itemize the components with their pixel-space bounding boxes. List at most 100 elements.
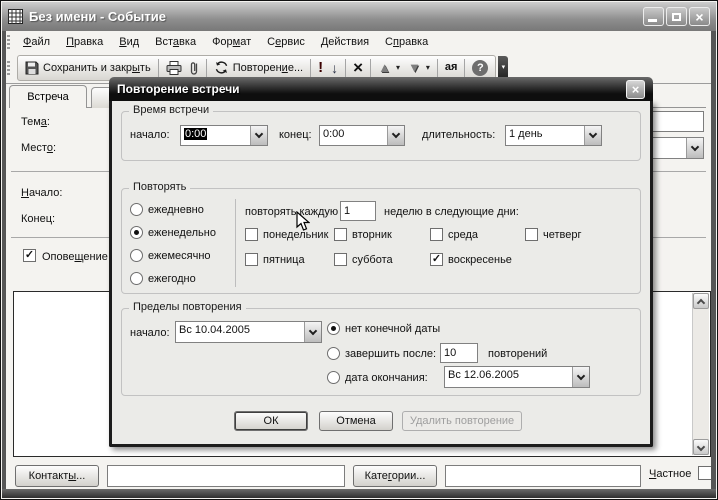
scroll-down-button[interactable] <box>693 439 709 455</box>
time-group-label: Время встречи <box>129 104 213 116</box>
chevron-down-icon <box>589 130 597 138</box>
save-and-close-button[interactable]: Сохранить и закрыть <box>21 59 155 77</box>
translate-az-icon: aя <box>445 62 458 73</box>
arrow-down-solid-icon: ▼ <box>408 61 421 74</box>
radio-no-end-date[interactable]: нет конечной даты <box>327 322 440 335</box>
close-icon: × <box>695 10 703 24</box>
chevron-down-icon[interactable]: ▾ <box>426 63 430 72</box>
location-dropdown-button[interactable] <box>686 138 703 158</box>
importance-low-button[interactable]: ↓ <box>327 59 342 77</box>
translate-button[interactable]: aя <box>441 60 462 75</box>
menu-edit[interactable]: Правка <box>58 34 111 50</box>
radio-selected-icon <box>327 322 340 335</box>
menu-drag-handle-icon[interactable] <box>7 35 10 49</box>
day-checkbox-monday[interactable]: понедельник <box>245 228 328 241</box>
day-checkbox-wednesday[interactable]: среда <box>430 228 478 241</box>
recurrence-range-label: Пределы повторения <box>129 301 246 313</box>
minimize-button[interactable] <box>643 7 664 26</box>
attach-file-button[interactable] <box>186 58 203 78</box>
categories-button[interactable]: Категории... <box>353 465 437 487</box>
radio-weekly[interactable]: еженедельно <box>130 226 216 239</box>
chevron-up-icon <box>697 298 705 306</box>
window-border <box>2 31 6 498</box>
radio-icon <box>130 203 143 216</box>
menu-actions[interactable]: Действия <box>313 34 377 50</box>
notes-scrollbar[interactable] <box>692 293 709 455</box>
contacts-button[interactable]: Контакты... <box>15 465 99 487</box>
maximize-button[interactable] <box>666 7 687 26</box>
day-checkbox-saturday[interactable]: суббота <box>334 253 393 266</box>
duration-label: длительность: <box>422 129 495 141</box>
occurrences-label: повторений <box>488 348 547 360</box>
printer-icon <box>166 61 182 75</box>
day-checkbox-thursday[interactable]: четверг <box>525 228 582 241</box>
radio-end-by[interactable]: дата окончания: <box>327 371 428 384</box>
remove-recurrence-button[interactable]: Удалить повторение <box>402 411 522 431</box>
contacts-input[interactable] <box>107 465 345 487</box>
tab-appointment[interactable]: Встреча <box>9 85 87 108</box>
chevron-down-icon <box>309 326 317 334</box>
range-start-combobox[interactable]: Вс 10.04.2005 <box>175 321 322 343</box>
checkbox-icon <box>245 253 258 266</box>
toolbar-options-button[interactable]: ▾ <box>498 56 508 80</box>
dialog-close-button[interactable]: × <box>626 80 645 99</box>
reminder-checkbox[interactable]: ✓ <box>23 249 36 262</box>
recurrence-icon <box>214 60 229 75</box>
toolbar-drag-handle-icon[interactable] <box>7 61 10 75</box>
menu-bar: Файл Правка Вид Вставка Формат Сервис Де… <box>6 32 711 52</box>
window-titlebar: Без имени - Событие × <box>2 2 716 31</box>
scroll-up-button[interactable] <box>693 293 709 309</box>
recurrence-button[interactable]: Повторение... <box>210 58 307 77</box>
close-button[interactable]: × <box>689 7 710 26</box>
duration-combobox[interactable]: 1 день <box>505 125 602 146</box>
menu-insert[interactable]: Вставка <box>147 34 204 50</box>
day-checkbox-tuesday[interactable]: вторник <box>334 228 392 241</box>
radio-daily[interactable]: ежедневно <box>130 203 204 216</box>
private-checkbox[interactable] <box>698 466 712 480</box>
end-after-occurrences-input[interactable] <box>440 343 478 363</box>
arrow-down-icon: ↓ <box>331 61 338 75</box>
menu-view[interactable]: Вид <box>111 34 147 50</box>
range-start-dropdown-button[interactable] <box>304 322 321 342</box>
print-button[interactable] <box>162 59 186 77</box>
chevron-down-icon <box>255 130 263 138</box>
recurrence-label: Повторение... <box>233 62 303 74</box>
start-time-dropdown-button[interactable] <box>250 126 267 145</box>
delete-button[interactable]: × <box>349 57 367 78</box>
minimize-icon <box>648 19 657 22</box>
menu-format[interactable]: Формат <box>204 34 259 50</box>
recurrence-pattern-label: Повторять <box>129 181 190 193</box>
end-by-dropdown-button[interactable] <box>572 367 589 387</box>
ok-button[interactable]: ОК <box>234 411 308 431</box>
radio-icon <box>327 371 340 384</box>
day-checkbox-sunday[interactable]: ✓воскресенье <box>430 253 512 266</box>
menu-file[interactable]: Файл <box>15 34 58 50</box>
help-button[interactable]: ? <box>468 58 492 78</box>
duration-dropdown-button[interactable] <box>584 126 601 145</box>
importance-high-button[interactable]: ! <box>314 58 327 77</box>
window-border <box>2 489 716 498</box>
time-group: Время встречи начало: 0:00 конец: 0:00 д… <box>121 111 641 161</box>
event-window: Без имени - Событие × Файл Правка Вид Вс… <box>0 0 718 500</box>
categories-input[interactable] <box>445 465 641 487</box>
radio-yearly[interactable]: ежегодно <box>130 272 196 285</box>
day-checkbox-friday[interactable]: пятница <box>245 253 305 266</box>
end-by-combobox[interactable]: Вс 12.06.2005 <box>444 366 590 388</box>
recurrence-range-group: Пределы повторения начало: Вс 10.04.2005… <box>121 308 641 396</box>
checkbox-icon <box>430 228 443 241</box>
every-week-input[interactable] <box>340 201 376 221</box>
cancel-button[interactable]: Отмена <box>319 411 393 431</box>
menu-help[interactable]: Справка <box>377 34 436 50</box>
radio-monthly[interactable]: ежемесячно <box>130 249 211 262</box>
chevron-down-icon <box>697 442 705 450</box>
start-time-combobox[interactable]: 0:00 <box>180 125 268 146</box>
menu-tools[interactable]: Сервис <box>259 34 313 50</box>
end-time-dropdown-button[interactable] <box>387 126 404 145</box>
radio-end-after[interactable]: завершить после: <box>327 347 436 360</box>
end-time-combobox[interactable]: 0:00 <box>319 125 405 146</box>
chevron-down-icon[interactable]: ▾ <box>396 63 400 72</box>
next-item-button[interactable]: ▼▾ <box>404 59 434 76</box>
range-start-label: начало: <box>130 327 170 339</box>
save-and-close-label: Сохранить и закрыть <box>43 62 151 74</box>
previous-item-button[interactable]: ▲▾ <box>374 59 404 76</box>
